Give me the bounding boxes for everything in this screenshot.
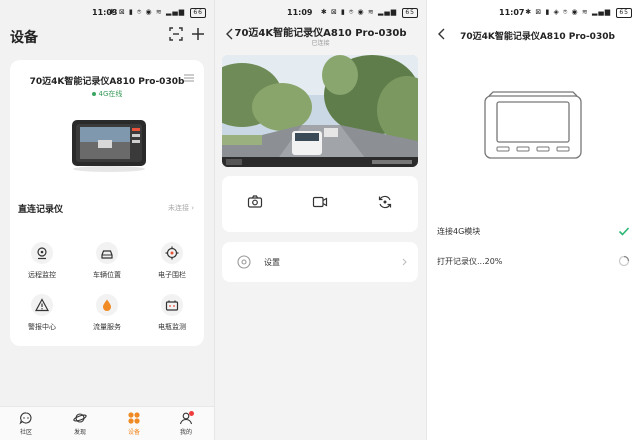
- feature-label: 电瓶监测: [158, 323, 186, 331]
- remote-monitor-icon: [37, 247, 47, 260]
- feature-geofence[interactable]: 电子围栏: [142, 242, 202, 292]
- device-grid-icon: [128, 412, 140, 424]
- device-card[interactable]: 70迈4K智能记录仪A810 Pro-030b 4G在线 直连记录仪 未连接 ›…: [10, 60, 204, 346]
- add-device-icon[interactable]: [190, 26, 206, 42]
- scan-icon[interactable]: [168, 26, 184, 42]
- status-bar: 11:07 ✱ ⊠ ▮ ◈ ⌾ ◉ ≋ ▂▄▆ 65: [427, 0, 640, 24]
- feature-label: 车辆位置: [93, 271, 121, 279]
- switch-camera-icon[interactable]: [377, 194, 393, 210]
- online-status: 4G在线: [10, 89, 204, 99]
- direct-connect-status: 未连接 ›: [167, 204, 194, 212]
- loading-spinner-icon: [618, 255, 630, 267]
- direct-connect-label: 直连记录仪: [18, 205, 64, 215]
- devices-screen: 11:03 ✱ ⊠ ▮ ⌾ ◉ ≋ ▂▄▆ 66 设备 70迈4K智能记录仪A8…: [0, 0, 214, 440]
- live-video-feed[interactable]: [222, 55, 418, 167]
- step-open-recorder: 打开记录仪...20%: [437, 252, 630, 272]
- camera-icon[interactable]: [247, 194, 263, 210]
- tab-label: 我的: [179, 429, 192, 436]
- feature-label: 远程监控: [28, 271, 56, 279]
- step-label: 连接4G模块: [437, 227, 481, 236]
- battery-icon: 65: [616, 8, 632, 18]
- status-bar: 11:09 ✱ ⊠ ▮ ⌾ ◉ ≋ ▂▄▆ 65: [215, 0, 426, 24]
- car-icon: [101, 250, 113, 259]
- battery-icon: 65: [402, 8, 418, 18]
- tab-label: 设备: [127, 429, 140, 436]
- planet-icon: [73, 413, 87, 423]
- notification-badge: [189, 411, 194, 416]
- online-text: 4G在线: [98, 90, 123, 98]
- tab-label: 社区: [19, 429, 32, 436]
- step-connect-4g: 连接4G模块: [437, 222, 630, 242]
- check-icon: [618, 227, 630, 236]
- feature-remote-monitor[interactable]: 远程监控: [12, 242, 72, 292]
- feature-label: 电子围栏: [158, 271, 186, 279]
- status-bar: 11:03 ✱ ⊠ ▮ ⌾ ◉ ≋ ▂▄▆ 66: [0, 0, 214, 24]
- device-title: 70迈4K智能记录仪A810 Pro-030b: [234, 28, 407, 39]
- connecting-screen: 11:07 ✱ ⊠ ▮ ◈ ⌾ ◉ ≋ ▂▄▆ 65 70迈4K智能记录仪A81…: [427, 0, 640, 440]
- status-time: 11:09: [287, 8, 313, 17]
- battery-icon: [165, 300, 179, 311]
- status-icons: ✱ ⊠ ▮ ⌾ ◉ ≋ ▂▄▆ 65: [321, 8, 418, 18]
- controls-card: [222, 176, 418, 232]
- status-time: 11:07: [499, 8, 525, 17]
- dashcam-outline-icon: [484, 91, 582, 159]
- target-icon: [165, 246, 179, 260]
- status-icons: ✱ ⊠ ▮ ⌾ ◉ ≋ ▂▄▆ 66: [109, 8, 206, 18]
- drop-icon: [103, 299, 111, 311]
- device-title: 70迈4K智能记录仪A810 Pro-030b: [460, 32, 615, 42]
- page-title: 设备: [10, 30, 38, 46]
- step-label: 打开记录仪...20%: [437, 257, 503, 266]
- menu-icon[interactable]: [184, 74, 194, 82]
- tab-discover[interactable]: 发现: [60, 411, 100, 436]
- connection-status: 已连接: [311, 40, 330, 47]
- settings-icon: [237, 255, 251, 269]
- settings-row[interactable]: 设置: [222, 242, 418, 282]
- direct-connect-status-text: 未连接: [167, 204, 189, 212]
- settings-label: 设置: [264, 258, 280, 267]
- community-icon: [19, 412, 32, 425]
- feature-vehicle-location[interactable]: 车辆位置: [77, 242, 137, 292]
- tab-me[interactable]: 我的: [166, 411, 206, 436]
- feature-label: 警报中心: [28, 323, 56, 331]
- chevron-right-icon: [402, 258, 407, 266]
- tab-devices[interactable]: 设备: [114, 411, 154, 436]
- feature-battery-monitor[interactable]: 电瓶监测: [142, 294, 202, 344]
- online-dot-icon: [91, 92, 96, 96]
- feature-alarm-center[interactable]: 警报中心: [12, 294, 72, 344]
- warning-icon: [35, 298, 49, 312]
- bottom-tab-bar: 社区 发现 设备 我的: [0, 406, 214, 440]
- device-name: 70迈4K智能记录仪A810 Pro-030b: [29, 77, 185, 87]
- dashcam-image: [72, 120, 146, 172]
- tab-community[interactable]: 社区: [6, 411, 46, 436]
- live-view-screen: 11:09 ✱ ⊠ ▮ ⌾ ◉ ≋ ▂▄▆ 65 70迈4K智能记录仪A810 …: [215, 0, 426, 440]
- direct-connect-row[interactable]: 直连记录仪 未连接 ›: [10, 198, 204, 218]
- battery-icon: 66: [190, 8, 206, 18]
- feature-label: 流量服务: [93, 323, 121, 331]
- tab-label: 发现: [73, 429, 86, 436]
- status-icons: ✱ ⊠ ▮ ◈ ⌾ ◉ ≋ ▂▄▆ 65: [525, 8, 632, 18]
- video-icon[interactable]: [312, 194, 328, 210]
- feature-data-service[interactable]: 流量服务: [77, 294, 137, 344]
